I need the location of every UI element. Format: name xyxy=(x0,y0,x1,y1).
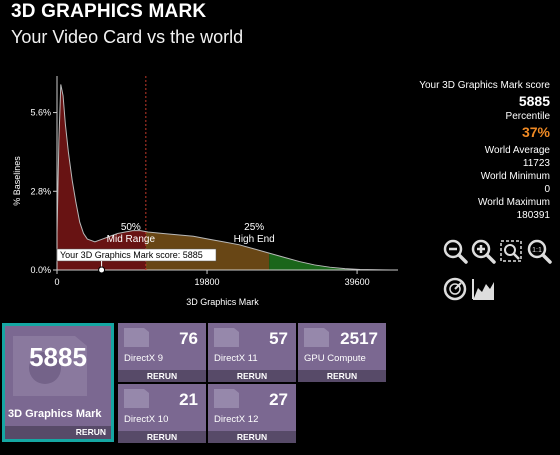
marker-range-label: Mid Range xyxy=(107,234,156,245)
tile-name: GPU Compute xyxy=(304,353,366,364)
zoom-in-icon[interactable] xyxy=(470,238,496,264)
marker-pct-label: 25% xyxy=(244,222,264,233)
score-label: Your 3D Graphics Mark score xyxy=(419,80,550,91)
rerun-button[interactable]: RERUN xyxy=(118,370,206,382)
world-minimum-value: 0 xyxy=(544,184,550,195)
percentile-value: 37% xyxy=(521,124,550,140)
main-score: 5885 xyxy=(29,342,87,372)
x-axis-label: 3D Graphics Mark xyxy=(186,297,259,307)
zoom-out-icon[interactable] xyxy=(442,238,468,264)
gpu-icon xyxy=(124,328,149,347)
your-score-marker xyxy=(98,266,106,274)
tile-directx-10[interactable]: 21 DirectX 10 RERUN xyxy=(118,384,206,443)
tile-directx-9[interactable]: 76 DirectX 9 RERUN xyxy=(118,323,206,382)
tile-3d-graphics-mark[interactable]: 5885 3D Graphics Mark RERUN xyxy=(2,323,114,442)
world-maximum-label: World Maximum xyxy=(477,197,550,208)
svg-text:1:1: 1:1 xyxy=(532,247,542,254)
world-maximum-value: 180391 xyxy=(516,210,550,221)
gpu-icon xyxy=(214,389,239,408)
tile-directx-11[interactable]: 57 DirectX 11 RERUN xyxy=(208,323,296,382)
stats-panel: Your 3D Graphics Mark score 5885 Percent… xyxy=(390,79,550,222)
tile-name: DirectX 10 xyxy=(124,414,169,425)
tile-score: 76 xyxy=(179,329,198,348)
tile-score: 57 xyxy=(269,329,288,348)
percentile-label: Percentile xyxy=(505,111,550,122)
tile-score: 2517 xyxy=(340,329,378,348)
y-axis-label: % Baselines xyxy=(12,156,22,206)
x-tick-label: 0 xyxy=(54,277,59,287)
world-minimum-label: World Minimum xyxy=(480,171,550,182)
page-subtitle: Your Video Card vs the world xyxy=(11,27,244,47)
rerun-button[interactable]: RERUN xyxy=(298,370,386,382)
gpu-icon xyxy=(214,328,239,347)
tile-name: DirectX 9 xyxy=(124,353,164,364)
marker-pct-label: 50% xyxy=(121,222,141,233)
tile-score: 27 xyxy=(269,390,288,409)
gpu-icon xyxy=(124,389,149,408)
y-tick-label: 0.0% xyxy=(30,265,51,275)
y-tick-label: 2.8% xyxy=(30,186,51,196)
page-title: 3D GRAPHICS MARK xyxy=(11,1,207,22)
gpu-icon xyxy=(304,328,329,347)
zoom-reset-icon[interactable]: 1:1 xyxy=(526,238,552,264)
rerun-button[interactable]: RERUN xyxy=(208,431,296,443)
score-value: 5885 xyxy=(518,93,550,109)
x-tick-label: 19800 xyxy=(195,277,220,287)
tile-directx-12[interactable]: 27 DirectX 12 RERUN xyxy=(208,384,296,443)
history-chart-icon[interactable] xyxy=(470,276,496,302)
zoom-fit-icon[interactable] xyxy=(498,238,524,264)
main-score-name: 3D Graphics Mark xyxy=(8,408,102,420)
marker-range-label: High End xyxy=(234,234,275,245)
main-rerun-button[interactable]: RERUN xyxy=(5,426,111,439)
tile-name: DirectX 12 xyxy=(214,414,259,425)
world-average-label: World Average xyxy=(484,145,550,156)
world-average-value: 11723 xyxy=(522,158,550,169)
score-tooltip-label: Your 3D Graphics Mark score: 5885 xyxy=(60,250,203,260)
tile-score: 21 xyxy=(179,390,198,409)
gauge-icon[interactable] xyxy=(442,276,468,302)
tile-name: DirectX 11 xyxy=(214,353,258,364)
rerun-button[interactable]: RERUN xyxy=(208,370,296,382)
x-tick-label: 39600 xyxy=(345,277,370,287)
score-distribution-chart[interactable]: 50%Mid Range 25%High End 0.0% 2.8% 5.6% 0 1980… xyxy=(0,70,410,315)
tile-gpu-compute[interactable]: 2517 GPU Compute RERUN xyxy=(298,323,386,382)
rerun-button[interactable]: RERUN xyxy=(118,431,206,443)
y-tick-label: 5.6% xyxy=(30,108,51,118)
